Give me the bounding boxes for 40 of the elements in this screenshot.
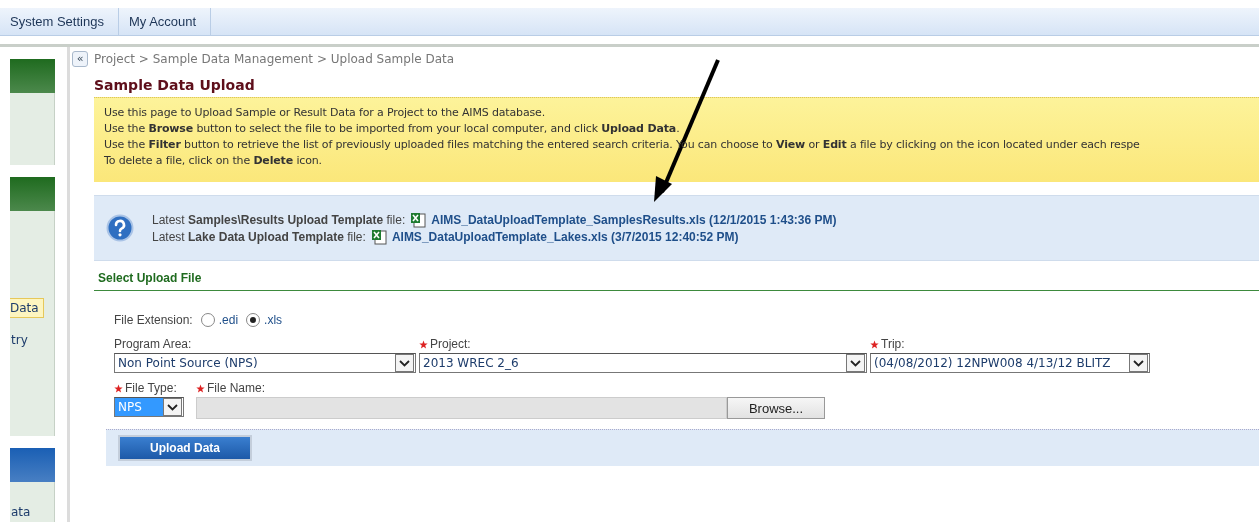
dropdown-caret-icon[interactable] [395,354,414,372]
dropdown-caret-icon[interactable] [1129,354,1148,372]
radio-button[interactable] [200,313,215,327]
page-title: Sample Data Upload [94,77,256,94]
section-title: Select Upload File [94,271,1259,291]
spreadsheet-file-icon [370,228,387,245]
field-label: File Extension: [114,313,193,327]
file-input-field[interactable] [196,397,727,419]
dropdown-field[interactable]: 2013 WREC 2_6 [419,353,867,373]
instruction-text: Use this page to Upload Sample or Result Data for a Project to the AIMS database. [104,105,547,121]
nav-tab[interactable]: System Settings [0,8,119,35]
field-label: Program Area: [114,337,192,351]
sidebar-item[interactable]: ata [10,502,54,522]
radio-label: .xls [264,313,283,327]
field-label: Trip: [881,337,905,351]
radio-label: .edi [218,313,239,327]
spreadsheet-file-icon [410,211,427,228]
sidebar-item[interactable]: try [10,329,54,350]
breadcrumb: Project > Sample Data Management > Upload Sample Data [94,52,456,68]
template-link[interactable]: AIMS_DataUploadTemplate_SamplesResults.xls (12/1/2015 1:43:36 PM) [431,212,837,227]
help-icon [106,214,134,242]
field-label: File Type: [125,381,177,395]
browse-button[interactable]: Browse... [727,397,825,419]
dropdown-field[interactable]: (04/08/2012) 12NPW008 4/13/12 BLITZ [870,353,1150,373]
template-label: Latest Lake Data Upload Template file: [152,229,366,244]
dropdown-caret-icon[interactable] [163,398,182,416]
field-label: File Name: [207,381,265,395]
template-link[interactable]: AIMS_DataUploadTemplate_Lakes.xls (3/7/2015 12:40:52 PM) [391,229,739,244]
sidebar-item[interactable]: Data [10,297,44,318]
instruction-text: To delete a file, click on the Delete icon. [104,153,323,169]
instruction-text: Use the Browse button to select the file to be imported from your local computer, and click Upload Data. [104,121,681,137]
sidebar-panel [10,93,55,165]
upload-button[interactable]: Upload Data [118,435,252,461]
dropdown-caret-icon[interactable] [846,354,865,372]
radio-button[interactable] [246,313,261,327]
field-label: Project: [430,337,471,351]
dropdown-field[interactable]: Non Point Source (NPS) [114,353,416,373]
template-label: Latest Samples\Results Upload Template file: [152,212,406,227]
collapse-button[interactable]: « [72,51,88,67]
nav-tab[interactable]: My Account [118,8,212,35]
